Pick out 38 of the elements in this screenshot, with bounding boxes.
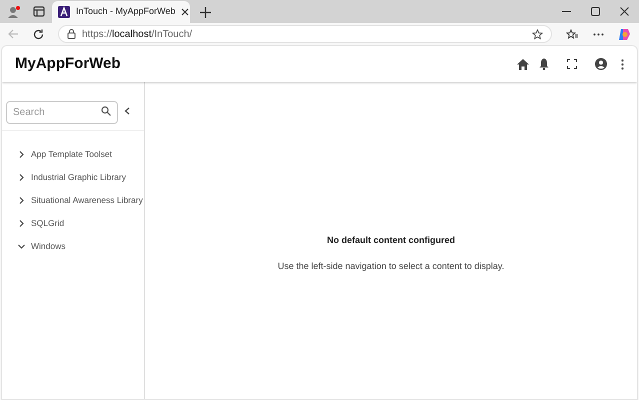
more-icon[interactable] (621, 58, 624, 70)
account-icon[interactable] (595, 58, 607, 70)
chevron-down-icon[interactable] (18, 243, 25, 250)
nav-item[interactable]: Industrial Graphic Library (2, 166, 144, 189)
nav-item[interactable]: Situational Awareness Library (2, 189, 144, 212)
app-title: MyAppForWeb (15, 54, 122, 74)
chevron-right-icon[interactable] (18, 151, 25, 158)
close-icon[interactable] (620, 7, 629, 16)
search-field[interactable]: Search (6, 101, 118, 124)
star-icon[interactable] (532, 28, 543, 40)
profile-icon[interactable] (7, 4, 21, 18)
more-icon[interactable] (593, 32, 604, 36)
tab-actions-icon[interactable] (33, 6, 45, 17)
nav-item[interactable]: SQLGrid (2, 212, 144, 235)
close-icon[interactable] (181, 8, 190, 16)
refresh-icon[interactable] (33, 28, 44, 40)
url-text: https://localhost/InTouch/ (82, 28, 194, 42)
copilot-icon[interactable] (618, 28, 631, 40)
fullscreen-icon[interactable] (567, 59, 577, 69)
collapse-icon[interactable] (124, 106, 130, 114)
address-bar[interactable]: https://localhost/InTouch/ (58, 25, 552, 43)
favorites-icon[interactable] (566, 28, 579, 40)
home-icon[interactable] (517, 58, 529, 70)
app-logo-icon (58, 6, 70, 18)
nav-item[interactable]: App Template Toolset (2, 143, 144, 166)
search-icon[interactable] (101, 106, 111, 116)
new-tab-icon[interactable] (200, 7, 211, 18)
lock-icon (67, 29, 76, 39)
tab-title: InTouch - MyAppForWeb (76, 5, 176, 18)
chevron-right-icon[interactable] (18, 174, 25, 181)
maximize-icon[interactable] (591, 7, 600, 16)
browser-tab[interactable]: InTouch - MyAppForWeb (52, 1, 190, 23)
content-heading: No default content configured (327, 234, 455, 247)
nav-item[interactable]: Windows (2, 235, 144, 258)
content-message: Use the left-side navigation to select a content to display. (278, 260, 504, 273)
bell-icon[interactable] (539, 58, 549, 70)
chevron-right-icon[interactable] (18, 220, 25, 227)
chevron-right-icon[interactable] (18, 197, 25, 204)
